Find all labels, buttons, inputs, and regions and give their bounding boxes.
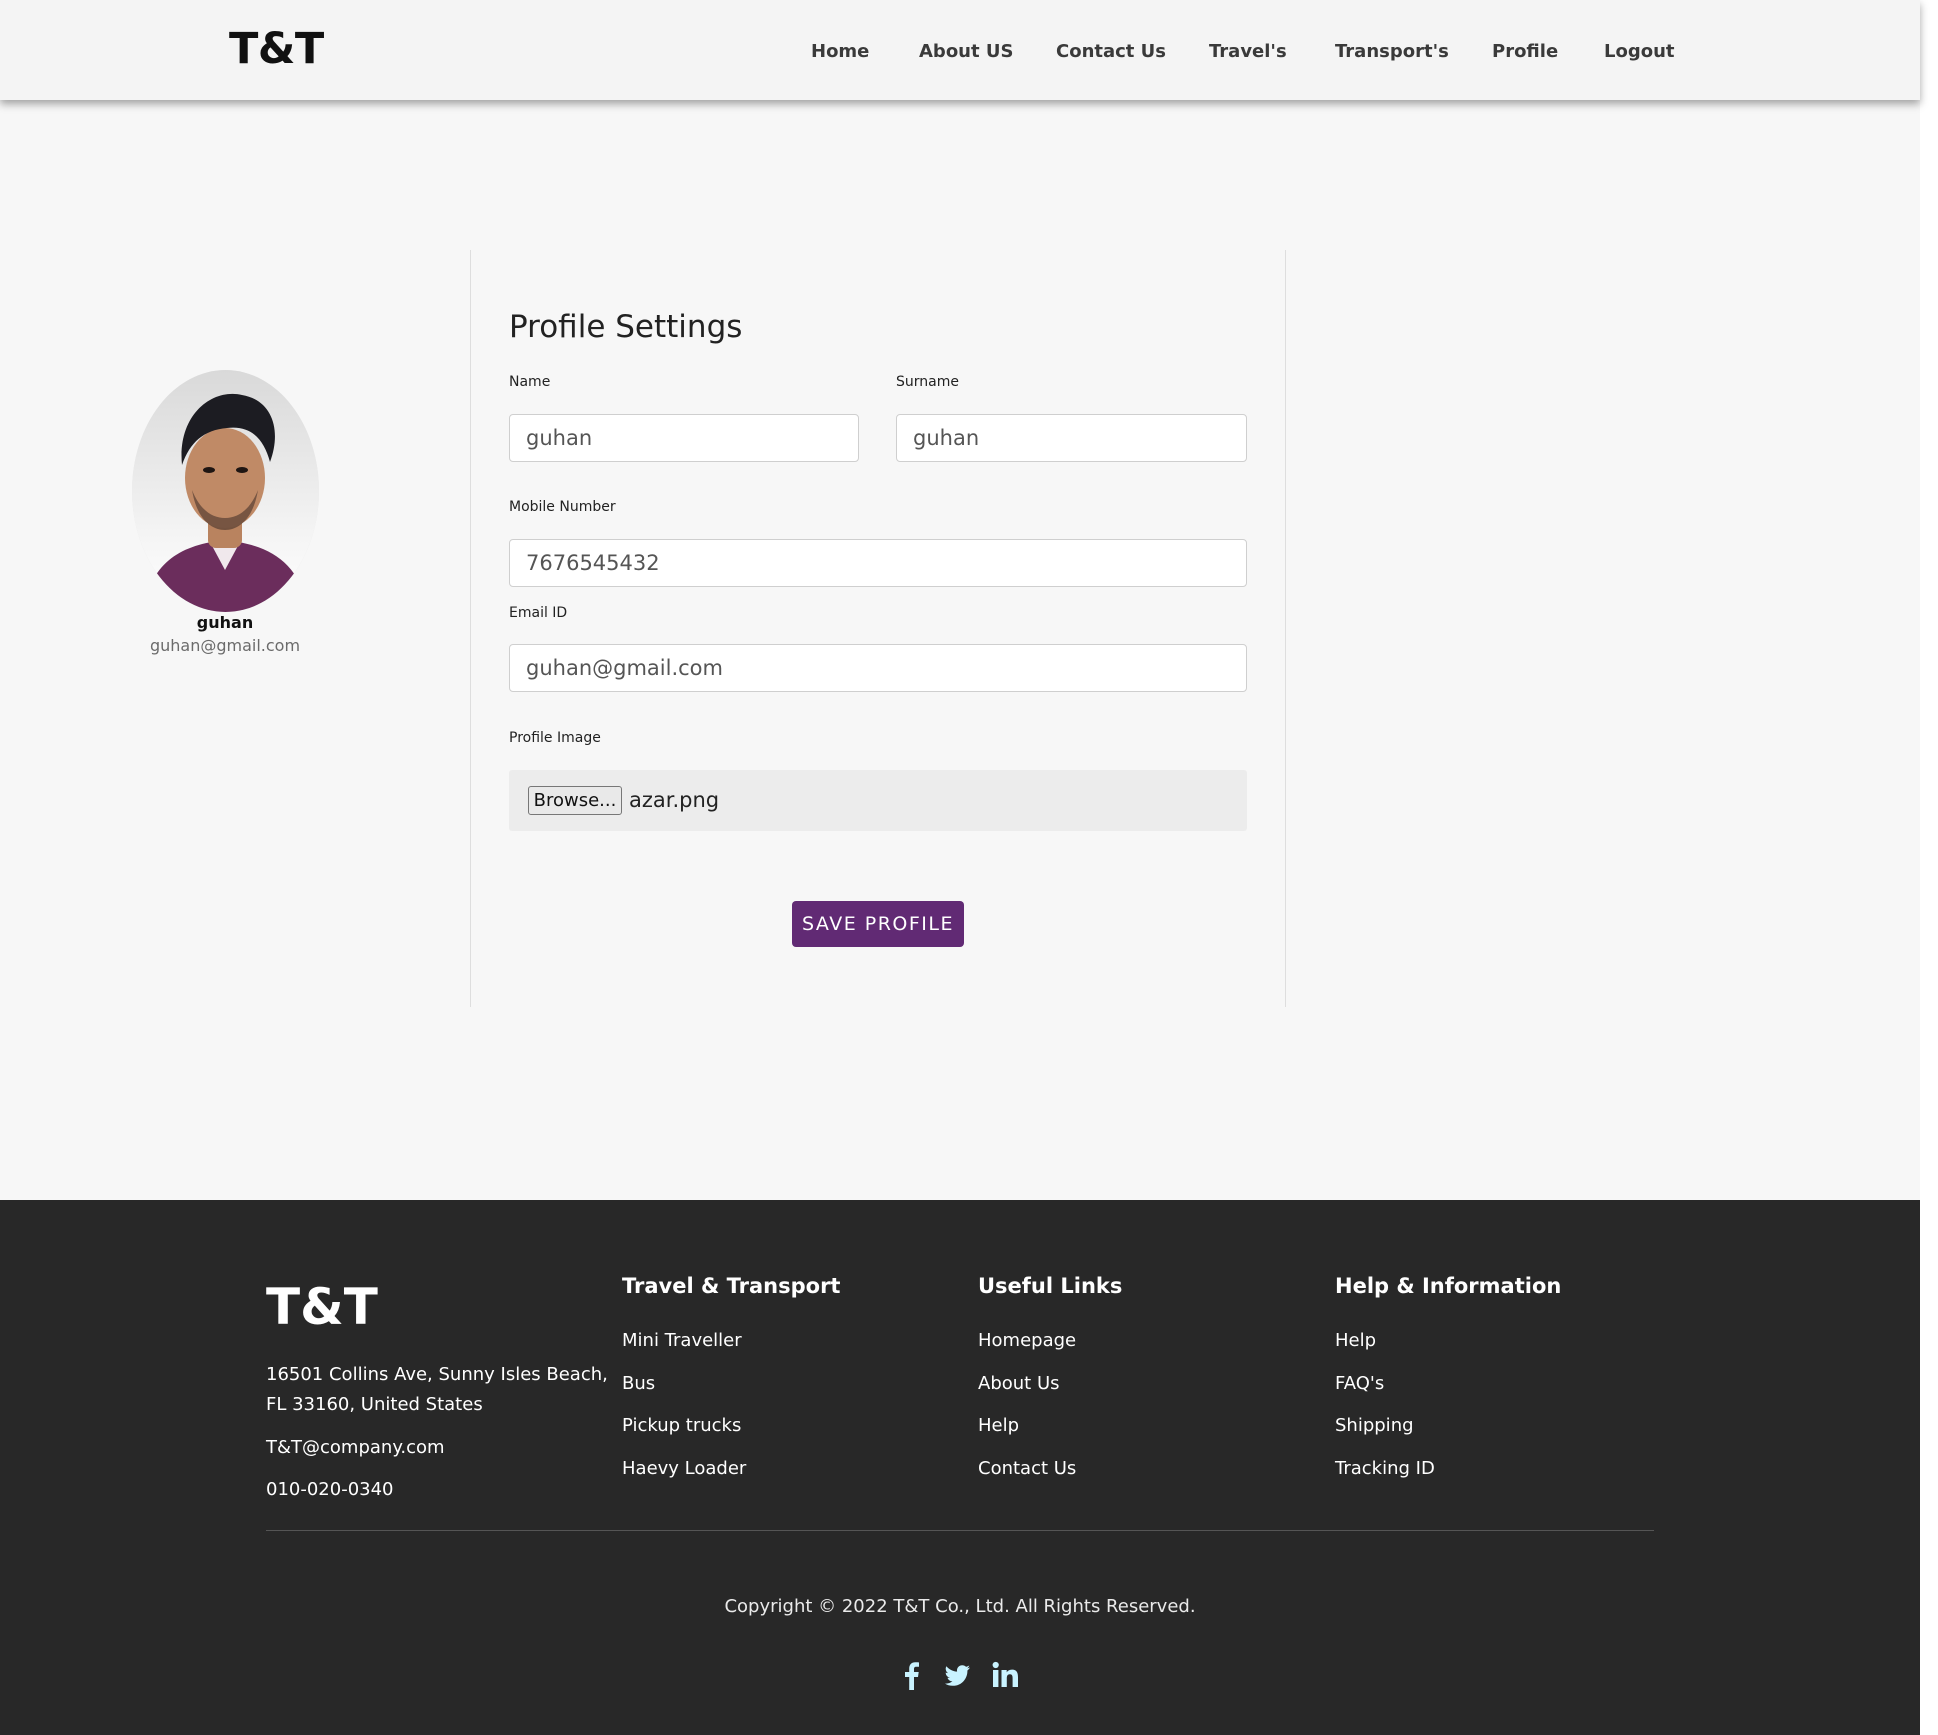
footer-phone: 010-020-0340 [266,1479,394,1500]
nav-transports[interactable]: Transport's [1335,41,1449,62]
footer-link-about-us[interactable]: About Us [978,1373,1060,1394]
site-header: T&T Home About US Contact Us Travel's Tr… [0,0,1920,100]
save-profile-button[interactable]: SAVE PROFILE [792,901,964,947]
profile-image-file-input[interactable]: Browse... azar.png [509,770,1247,831]
email-label: Email ID [509,605,568,621]
footer-heading-help-information: Help & Information [1335,1274,1562,1298]
name-field[interactable]: guhan [509,414,859,462]
footer-link-mini-traveller[interactable]: Mini Traveller [622,1330,742,1351]
linkedin-icon[interactable] [991,1660,1019,1690]
sidebar-user-email: guhan@gmail.com [149,636,301,655]
nav-home[interactable]: Home [811,41,869,62]
footer-link-tracking-id[interactable]: Tracking ID [1335,1458,1435,1479]
email-field[interactable]: guhan@gmail.com [509,644,1247,692]
footer-divider [266,1530,1654,1531]
copyright-text: Copyright © 2022 T&T Co., Ltd. All Right… [724,1596,1196,1617]
profile-image-label: Profile Image [509,730,601,746]
footer-link-help[interactable]: Help [978,1415,1019,1436]
nav-about-us[interactable]: About US [919,41,1013,62]
panel-right-divider [1285,250,1286,1007]
footer-heading-travel-transport: Travel & Transport [622,1274,841,1298]
surname-field[interactable]: guhan [896,414,1247,462]
avatar-photo-icon [132,370,319,612]
main-nav: Home About US Contact Us Travel's Transp… [0,41,1920,65]
nav-logout[interactable]: Logout [1604,41,1675,62]
nav-travels[interactable]: Travel's [1209,41,1287,62]
footer-link-faqs[interactable]: FAQ's [1335,1373,1384,1394]
footer-link-contact-us[interactable]: Contact Us [978,1458,1076,1479]
facebook-icon[interactable] [898,1660,926,1690]
panel-left-divider [470,250,471,1007]
footer-link-help-info[interactable]: Help [1335,1330,1376,1351]
mobile-field[interactable]: 7676545432 [509,539,1247,587]
nav-profile[interactable]: Profile [1492,41,1558,62]
site-footer: T&T 16501 Collins Ave, Sunny Isles Beach… [0,1200,1920,1735]
footer-link-shipping[interactable]: Shipping [1335,1415,1414,1436]
footer-logo[interactable]: T&T [266,1278,378,1336]
sidebar-user-name: guhan [196,613,254,632]
page-title: Profile Settings [509,309,743,345]
footer-link-pickup-trucks[interactable]: Pickup trucks [622,1415,741,1436]
footer-email[interactable]: T&T@company.com [266,1437,445,1458]
mobile-label: Mobile Number [509,499,616,515]
user-avatar [132,370,319,612]
browse-button[interactable]: Browse... [528,786,622,815]
footer-link-bus[interactable]: Bus [622,1373,655,1394]
name-label: Name [509,374,551,390]
footer-address-line2: FL 33160, United States [266,1394,483,1415]
selected-file-name: azar.png [629,788,720,812]
nav-contact-us[interactable]: Contact Us [1056,41,1166,62]
footer-link-homepage[interactable]: Homepage [978,1330,1076,1351]
twitter-icon[interactable] [942,1660,972,1690]
footer-address-line1: 16501 Collins Ave, Sunny Isles Beach, [266,1364,608,1385]
surname-label: Surname [896,374,959,390]
scrollbar-gutter [1920,0,1938,1735]
footer-link-heavy-loader[interactable]: Haevy Loader [622,1458,746,1479]
footer-heading-useful-links: Useful Links [978,1274,1123,1298]
